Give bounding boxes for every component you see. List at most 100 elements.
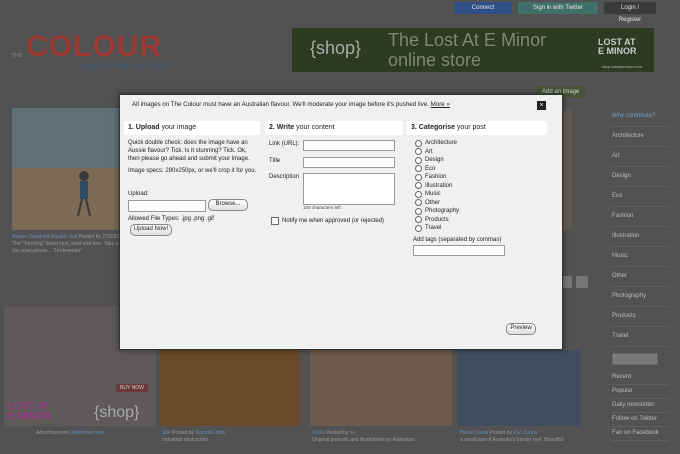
sidebar-item-music[interactable]: Music	[612, 247, 668, 267]
upload-instructions: Quick double check: does the image have …	[128, 140, 250, 162]
category-label: Illustration	[425, 182, 453, 189]
category-option-travel[interactable]: Travel	[415, 224, 459, 233]
photo-tile-3[interactable]	[310, 350, 452, 426]
photo-title-2[interactable]: Site	[162, 430, 171, 436]
advertisement-label: Advertisement	[36, 430, 68, 436]
notice-text: All images on The Colour must have an Au…	[132, 101, 429, 108]
photo-author-4[interactable]: Zac Zanno	[513, 430, 537, 436]
photo-title-3[interactable]: XXX1	[312, 430, 325, 436]
sidebar-link-recent[interactable]: Recent	[612, 371, 668, 385]
facebook-connect-button[interactable]: Connect	[454, 2, 512, 14]
beach-title-link[interactable]: Aussie Designed Aquatic Suit	[12, 234, 77, 240]
sidebar-item-travel[interactable]: Travel	[612, 327, 668, 347]
sidebar-item-other[interactable]: Other	[612, 267, 668, 287]
title-label: Title	[269, 158, 281, 164]
radio-button[interactable]	[415, 156, 422, 164]
shop-banner-ad[interactable]: {shop} The Lost At E Minor online store …	[292, 28, 654, 72]
notify-option[interactable]: Notify me when approved (or rejected)	[271, 217, 384, 225]
twitter-signin-button[interactable]: Sign in with Twitter	[518, 2, 598, 14]
radio-button[interactable]	[415, 216, 422, 224]
sidebar-link-facebook[interactable]: Fan on Facebook	[612, 427, 668, 441]
sidebar-link-newsletter[interactable]: Daily newsletter	[612, 399, 668, 413]
photo-posted-by-2: Posted by	[172, 430, 195, 436]
radio-button[interactable]	[415, 182, 422, 190]
sidebar-item-photography[interactable]: Photography	[612, 287, 668, 307]
category-option-products[interactable]: Products	[415, 216, 459, 225]
sidebar-item-fashion[interactable]: Fashion	[612, 207, 668, 227]
category-option-architecture[interactable]: Architecture	[415, 139, 459, 148]
category-option-illustration[interactable]: Illustration	[415, 182, 459, 191]
sidebar-item-eco[interactable]: Eco	[612, 187, 668, 207]
category-option-music[interactable]: Music	[415, 190, 459, 199]
upload-now-button[interactable]: Upload Now!	[130, 224, 172, 236]
photo-desc-2: Industrial abstraction	[162, 437, 209, 443]
radio-button[interactable]	[415, 165, 422, 173]
sidebar-item-why-contribute[interactable]: Why contribute?	[612, 107, 668, 127]
radio-button[interactable]	[415, 199, 422, 207]
category-label: Design	[425, 157, 444, 164]
banner-url: shop.lostateminor.com	[601, 64, 642, 69]
photo-tile-2[interactable]	[160, 350, 300, 426]
page-frame: Connect Sign in with Twitter Login / Reg…	[0, 0, 680, 454]
description-textarea[interactable]	[303, 173, 395, 205]
preview-button[interactable]: Preview	[506, 323, 536, 335]
browse-button[interactable]: Browse...	[208, 199, 248, 211]
sidebar-search-input[interactable]	[612, 353, 658, 365]
link-url-input[interactable]	[303, 140, 395, 151]
category-label: Eco	[425, 165, 436, 172]
category-option-other[interactable]: Other	[415, 199, 459, 208]
link-url-label: Link (URL):	[269, 141, 300, 147]
upload-heading-bold: Upload	[135, 124, 160, 131]
sidebar-item-products[interactable]: Products	[612, 307, 668, 327]
photo-author-2[interactable]: Dummit Jubb	[196, 430, 225, 436]
tags-input[interactable]	[413, 245, 505, 256]
tags-label: Add tags (separated by commas)	[413, 237, 502, 243]
radio-button[interactable]	[415, 224, 422, 232]
category-option-photography[interactable]: Photography	[415, 207, 459, 216]
logo-tagline: AUSSIE CULTURE IN PICTURES	[78, 64, 170, 70]
radio-button[interactable]	[415, 139, 422, 147]
photo-tile-4[interactable]	[458, 350, 580, 426]
close-icon[interactable]: ×	[537, 101, 546, 110]
category-label: Art	[425, 148, 433, 155]
content-column-heading: 2. Write your content	[265, 121, 403, 135]
buy-now-badge[interactable]: BUY NOW	[116, 384, 148, 392]
content-column: 2. Write your content Link (URL): Title …	[265, 121, 403, 225]
login-register-button[interactable]: Login / Register	[604, 2, 656, 23]
radio-button[interactable]	[415, 190, 422, 198]
sidebar-item-art[interactable]: Art	[612, 147, 668, 167]
photo-author-3[interactable]: lo	[350, 430, 354, 436]
banner-line-2: online store	[388, 50, 482, 70]
category-option-art[interactable]: Art	[415, 148, 459, 157]
content-heading-rest: your content	[294, 124, 335, 131]
sidebar-link-twitter[interactable]: Follow on Twitter	[612, 413, 668, 427]
site-logo[interactable]: THE COLOUR AUSSIE CULTURE IN PICTURES	[12, 30, 188, 74]
sidebar-item-design[interactable]: Design	[612, 167, 668, 187]
sidebar-item-illustration[interactable]: Illustration	[612, 227, 668, 247]
categorise-column-heading: 3. Categorise your post	[407, 121, 547, 135]
radio-button[interactable]	[415, 173, 422, 181]
category-option-eco[interactable]: Eco	[415, 165, 459, 174]
category-option-design[interactable]: Design	[415, 156, 459, 165]
notify-checkbox[interactable]	[271, 217, 279, 225]
banner-brand: LOST AT E MINOR	[598, 37, 637, 56]
category-radio-list: Architecture Art Design Eco Fashion Illu…	[415, 139, 459, 233]
top-bar: Connect Sign in with Twitter Login / Reg…	[454, 2, 656, 23]
upload-column-heading: 1. Upload your image	[124, 121, 260, 135]
logo-prefix: THE	[12, 53, 22, 59]
category-option-fashion[interactable]: Fashion	[415, 173, 459, 182]
more-link[interactable]: More »	[431, 101, 450, 108]
photo-title-4[interactable]: Heron Island	[460, 430, 488, 436]
advertise-here-link[interactable]: Advertise here	[72, 430, 104, 436]
upload-heading-rest: your image	[159, 124, 197, 131]
radio-button[interactable]	[415, 207, 422, 215]
beach-posted-by: Posted by	[78, 234, 101, 240]
radio-button[interactable]	[415, 148, 422, 156]
title-input[interactable]	[303, 157, 395, 168]
photo-desc-4: a small part of Australia's barrier reef…	[460, 437, 564, 443]
sidebar-link-popular[interactable]: Popular	[612, 385, 668, 399]
sidebar-item-architecture[interactable]: Architecture	[612, 127, 668, 147]
camera-icon[interactable]	[576, 276, 588, 288]
categorise-heading-rest: your post	[454, 124, 486, 131]
file-path-input[interactable]	[128, 200, 206, 212]
